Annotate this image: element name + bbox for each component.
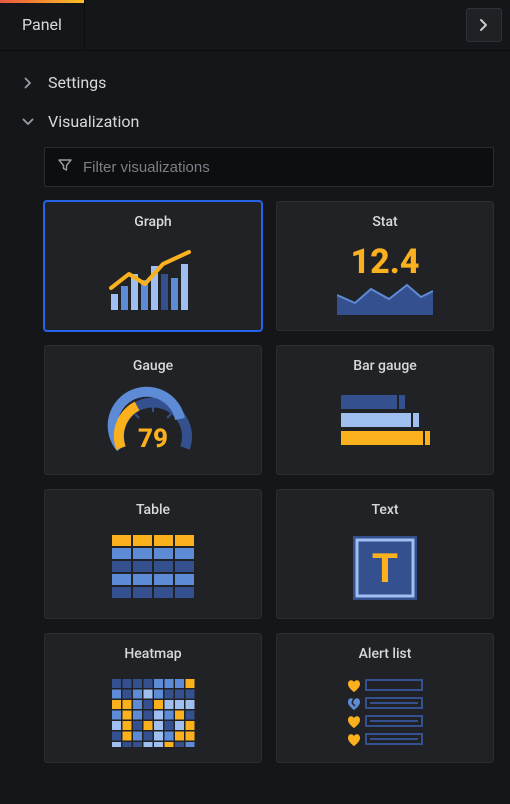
viz-card-label: Text <box>371 502 398 518</box>
chevron-right-icon <box>22 77 34 89</box>
viz-card-heatmap[interactable]: Heatmap <box>44 633 262 763</box>
viz-card-graph[interactable]: Graph <box>44 201 262 331</box>
chevron-right-icon <box>479 18 489 32</box>
section-settings-label: Settings <box>48 73 106 92</box>
visualization-grid: Graph <box>44 201 494 763</box>
panel-editor-sidebar: Panel Settings Visualization <box>0 0 510 804</box>
tabs: Panel <box>0 0 85 50</box>
viz-card-label: Graph <box>134 214 171 230</box>
section-visualization[interactable]: Visualization <box>8 102 502 141</box>
viz-card-label: Table <box>136 502 170 518</box>
graph-icon <box>105 238 201 322</box>
bar-gauge-icon <box>337 382 433 466</box>
viz-card-label: Stat <box>372 214 397 230</box>
viz-card-text[interactable]: Text T <box>276 489 494 619</box>
filter-icon <box>57 157 73 177</box>
sidebar-body: Settings Visualization <box>0 51 510 804</box>
viz-card-bargauge[interactable]: Bar gauge <box>276 345 494 475</box>
viz-card-label: Heatmap <box>124 646 181 662</box>
filter-visualizations[interactable] <box>44 147 494 187</box>
viz-card-table[interactable]: Table <box>44 489 262 619</box>
tab-panel[interactable]: Panel <box>0 0 85 50</box>
alert-list-icon <box>340 670 430 754</box>
stat-icon: 12.4 <box>337 238 433 322</box>
viz-card-alertlist[interactable]: Alert list <box>276 633 494 763</box>
section-visualization-label: Visualization <box>48 112 139 131</box>
tab-panel-label: Panel <box>22 15 62 34</box>
gauge-value: 79 <box>105 424 201 454</box>
viz-card-label: Alert list <box>359 646 412 662</box>
filter-visualizations-input[interactable] <box>83 159 481 176</box>
stat-value: 12.4 <box>351 245 420 279</box>
viz-card-label: Gauge <box>133 358 173 374</box>
section-settings[interactable]: Settings <box>8 63 502 102</box>
viz-card-label: Bar gauge <box>353 358 417 374</box>
tab-bar: Panel <box>0 0 510 51</box>
text-glyph: T <box>372 544 398 591</box>
heatmap-icon <box>110 670 196 754</box>
visualization-body: Graph <box>8 141 502 771</box>
collapse-sidebar-button[interactable] <box>466 8 502 42</box>
viz-card-gauge[interactable]: Gauge 79 <box>44 345 262 475</box>
gauge-icon: 79 <box>105 382 201 466</box>
table-icon <box>110 526 196 610</box>
text-icon: T <box>349 526 421 610</box>
viz-card-stat[interactable]: Stat 12.4 <box>276 201 494 331</box>
chevron-down-icon <box>22 118 34 126</box>
